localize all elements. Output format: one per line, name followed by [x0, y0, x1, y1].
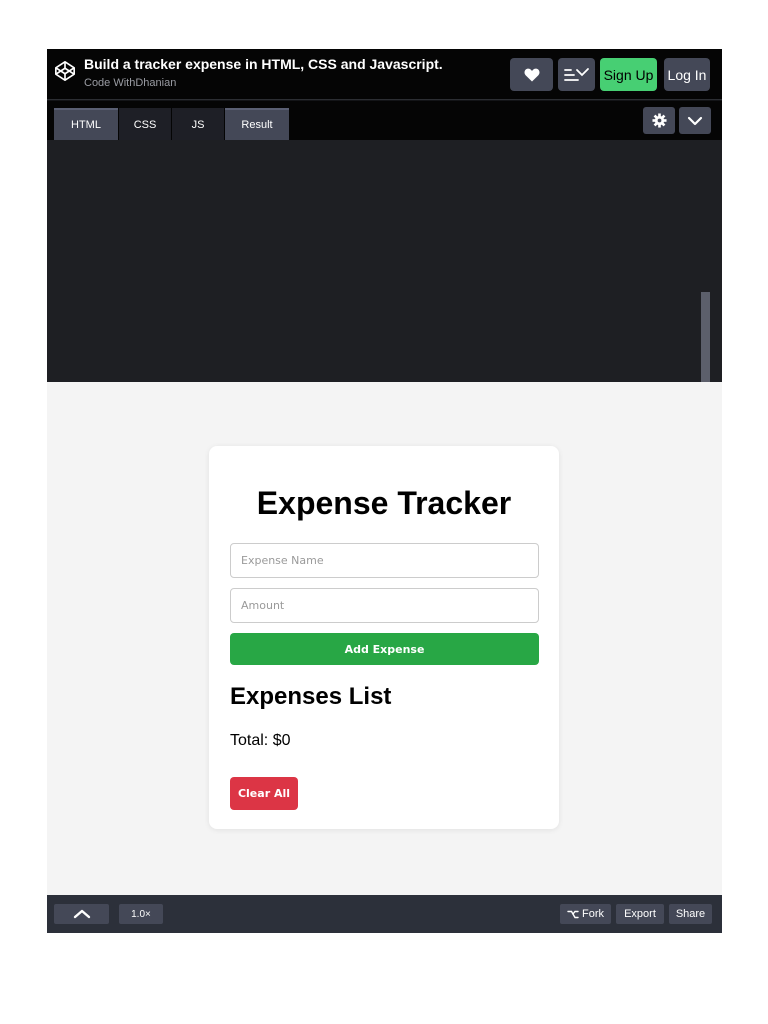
pen-header: Build a tracker expense in HTML, CSS and…	[47, 49, 722, 100]
zoom-button[interactable]: 1.0×	[119, 904, 163, 924]
code-editor[interactable]	[47, 140, 722, 382]
total-amount: Total: $0	[230, 732, 291, 749]
codepen-logo-icon[interactable]	[54, 60, 76, 82]
editor-tabs: HTML CSS JS Result	[47, 101, 722, 140]
result-preview: Expense Tracker Add Expense Expenses Lis…	[47, 382, 722, 895]
share-button[interactable]: Share	[669, 904, 712, 924]
fork-label: Fork	[582, 908, 604, 920]
chevron-down-icon	[687, 116, 703, 125]
expense-tracker-card: Expense Tracker Add Expense Expenses Lis…	[209, 446, 559, 829]
settings-button[interactable]	[643, 107, 675, 134]
expense-name-input[interactable]	[230, 543, 539, 578]
fork-button[interactable]: Fork	[560, 904, 611, 924]
love-button[interactable]	[510, 58, 553, 91]
signup-button[interactable]: Sign Up	[600, 58, 657, 91]
codepen-window: Build a tracker expense in HTML, CSS and…	[47, 49, 722, 933]
gear-icon	[651, 113, 667, 128]
tab-css[interactable]: CSS	[119, 108, 171, 140]
fork-icon	[567, 910, 579, 918]
expenses-list-heading: Expenses List	[230, 683, 392, 710]
tab-html[interactable]: HTML	[54, 108, 118, 140]
change-view-button[interactable]	[558, 58, 595, 91]
clear-all-button[interactable]: Clear All	[230, 777, 298, 810]
heart-icon	[524, 68, 539, 81]
pen-footer: 1.0× Fork Export Share	[47, 895, 722, 933]
tab-result[interactable]: Result	[225, 108, 289, 140]
amount-input[interactable]	[230, 588, 539, 623]
console-toggle-button[interactable]	[54, 904, 109, 924]
export-button[interactable]: Export	[616, 904, 664, 924]
pen-title: Build a tracker expense in HTML, CSS and…	[84, 56, 443, 72]
app-title: Expense Tracker	[256, 485, 512, 521]
tab-js[interactable]: JS	[172, 108, 224, 140]
pen-author[interactable]: Code WithDhanian	[84, 77, 176, 89]
layout-icon	[563, 67, 589, 81]
add-expense-button[interactable]: Add Expense	[230, 633, 539, 665]
chevron-up-icon	[73, 909, 90, 919]
editor-options-button[interactable]	[679, 107, 711, 134]
editor-scrollbar[interactable]	[701, 292, 710, 382]
login-button[interactable]: Log In	[664, 58, 710, 91]
